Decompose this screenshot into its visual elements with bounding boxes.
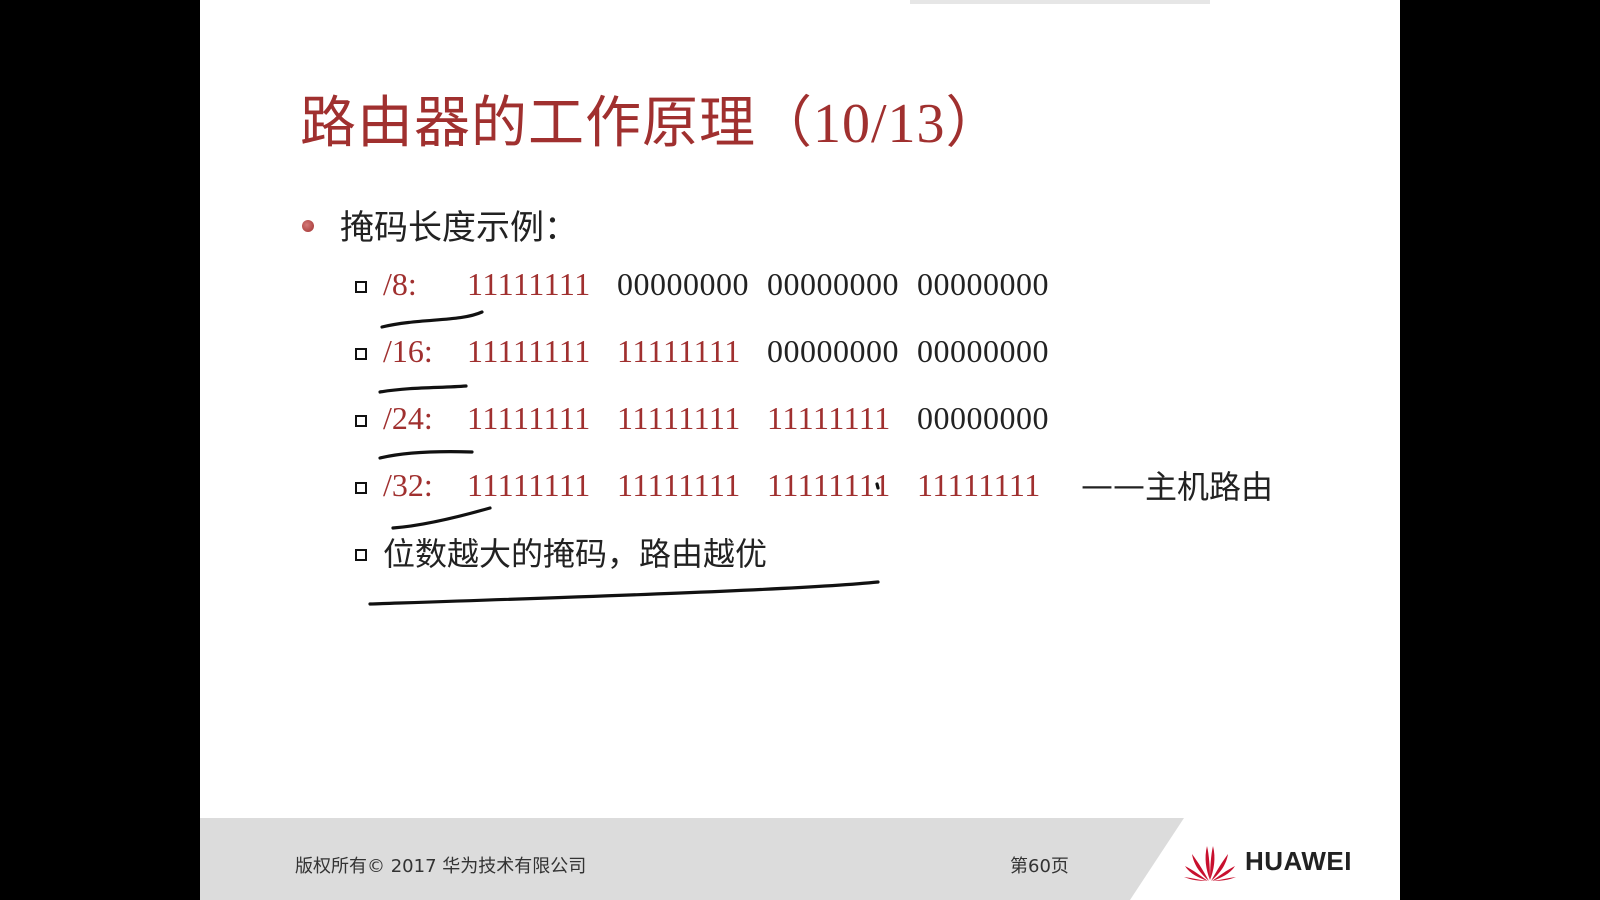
title-main: 路由器的工作原理	[300, 91, 756, 156]
top-strip	[910, 0, 1210, 4]
footer: 版权所有© 2017 华为技术有限公司 第60页 HUAWEI	[200, 818, 1400, 900]
ink-underline-8	[380, 310, 484, 329]
octet: 11111111	[917, 466, 1041, 503]
octet: 11111111	[467, 265, 591, 302]
octet: 11111111	[767, 399, 891, 436]
octet: 00000000	[767, 265, 899, 302]
conclusion-text: 位数越大的掩码，路由越优	[383, 535, 768, 573]
ink-underline-24	[378, 450, 474, 460]
octet: 00000000	[917, 265, 1049, 302]
mask-prefix: /8:	[383, 265, 417, 302]
octet: 11111111	[617, 466, 741, 503]
octet: 11111111	[617, 399, 741, 436]
square-bullet-icon	[355, 281, 367, 293]
ink-underline-16	[378, 384, 468, 394]
section-heading: 掩码长度示例：	[340, 208, 578, 248]
huawei-logo: HUAWEI	[1183, 840, 1352, 882]
square-bullet-icon	[355, 549, 367, 561]
octet: 00000000	[767, 332, 899, 369]
square-bullet-icon	[355, 348, 367, 360]
copyright-text: 版权所有© 2017 华为技术有限公司	[295, 856, 587, 877]
octet: 00000000	[617, 265, 749, 302]
mask-prefix: /16:	[383, 332, 433, 369]
mask-row-8: /8: 11111111 00000000 00000000 00000000	[355, 264, 1067, 304]
ink-underline-conclusion	[368, 580, 880, 606]
mask-row-32: /32: 11111111 11111111 11111111 11111111…	[355, 465, 1274, 506]
title-counter: （10/13）	[756, 93, 1003, 155]
octet: 11111111	[467, 466, 591, 503]
mask-row-16: /16: 11111111 11111111 00000000 00000000	[355, 331, 1067, 371]
octet: 11111111	[467, 399, 591, 436]
octet: 11111111	[617, 332, 741, 369]
ink-underline-32	[391, 506, 492, 530]
page-number: 第60页	[1010, 856, 1069, 877]
logo-text: HUAWEI	[1245, 845, 1352, 876]
octet: 00000000	[917, 332, 1049, 369]
mask-prefix: /24:	[383, 399, 433, 436]
conclusion-row: 位数越大的掩码，路由越优	[355, 532, 768, 573]
huawei-flower-icon	[1184, 846, 1236, 881]
bullet-dot-icon	[302, 220, 314, 232]
mask-row-24: /24: 11111111 11111111 11111111 00000000	[355, 398, 1067, 438]
mask-prefix: /32:	[383, 466, 433, 503]
octet: 11111111	[467, 332, 591, 369]
octet: 00000000	[917, 399, 1049, 436]
slide-title: 路由器的工作原理（10/13）	[300, 78, 1003, 159]
octet: 11111111	[767, 466, 891, 503]
slide: 路由器的工作原理（10/13） 掩码长度示例： /8: 11111111 000…	[200, 0, 1400, 900]
square-bullet-icon	[355, 482, 367, 494]
host-route-note: 主机路由	[1145, 468, 1274, 506]
dash: ——	[1081, 466, 1145, 504]
square-bullet-icon	[355, 415, 367, 427]
